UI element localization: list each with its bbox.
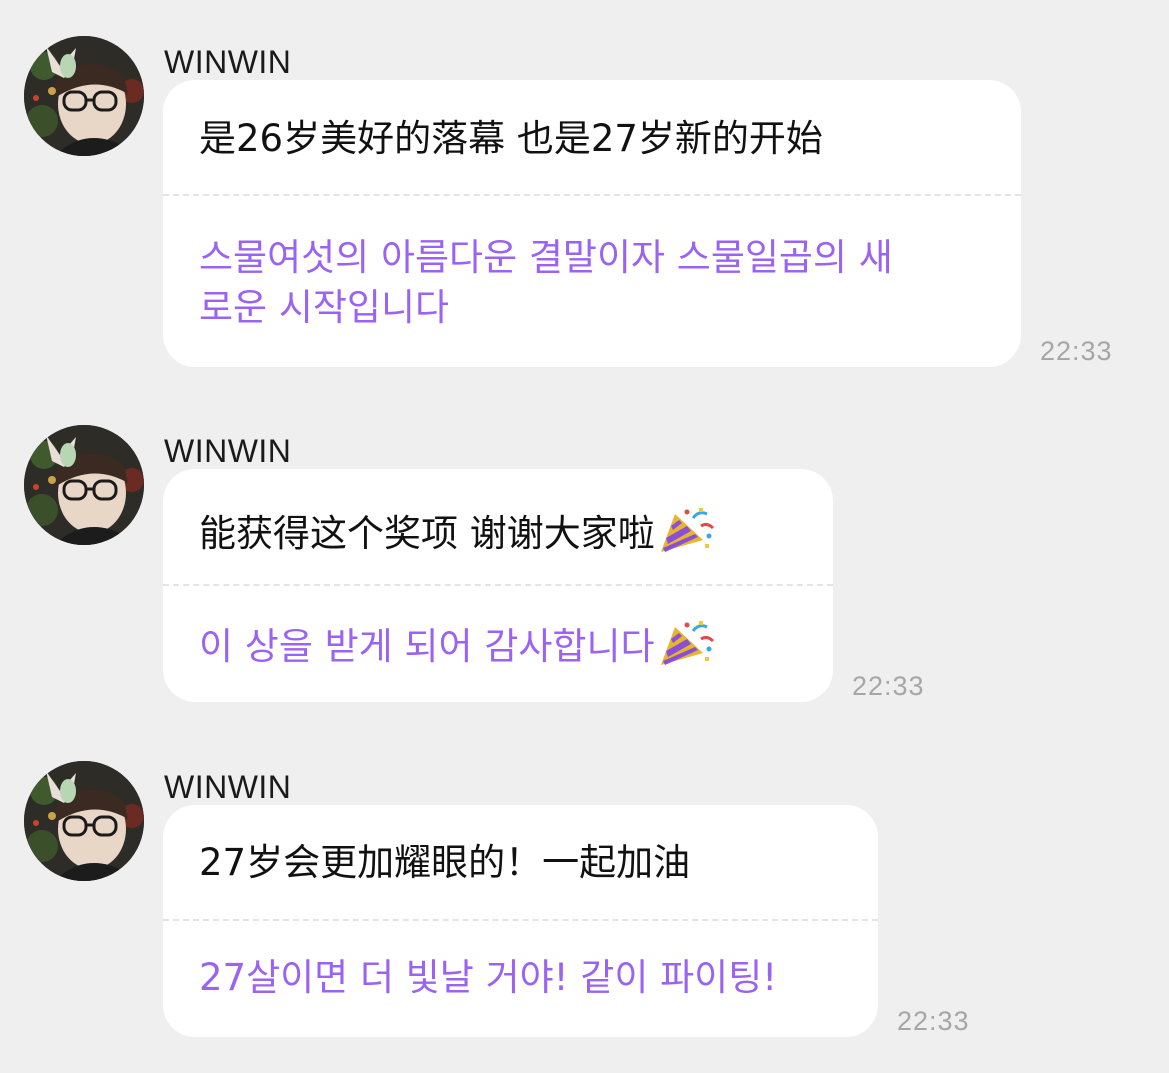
sender-name: WINWIN — [164, 433, 292, 469]
message-text-chinese: 是26岁美好的落幕 也是27岁新的开始 — [199, 117, 823, 160]
party-popper-icon — [657, 506, 715, 564]
bubble-divider — [163, 194, 1021, 196]
avatar[interactable] — [24, 761, 144, 881]
message-text-chinese: 27岁会更加耀眼的！一起加油 — [199, 841, 691, 884]
message-text-chinese: 能获得这个奖项 谢谢大家啦 — [199, 512, 655, 555]
message-text-translation-row: 이 상을 받게 되어 감사합니다 — [199, 619, 715, 680]
message-timestamp: 22:33 — [1040, 336, 1113, 366]
message-text-translation-line-2: 로운 시작입니다 — [199, 286, 450, 329]
avatar[interactable] — [24, 425, 144, 545]
message-bubble[interactable]: 27岁会更加耀眼的！一起加油 27살이면 더 빛날 거야! 같이 파이팅! — [163, 805, 878, 1037]
bubble-divider — [163, 919, 878, 921]
message-bubble[interactable]: 能获得这个奖项 谢谢大家啦 이 상을 받게 되어 감사합니다 — [163, 469, 833, 702]
message-bubble[interactable]: 是26岁美好的落幕 也是27岁新的开始 스물여섯의 아름다운 결말이자 스물일곱… — [163, 80, 1021, 367]
message-timestamp: 22:33 — [852, 671, 925, 701]
party-popper-icon — [657, 619, 715, 680]
avatar[interactable] — [24, 36, 144, 156]
message-timestamp: 22:33 — [897, 1006, 970, 1036]
bubble-divider — [163, 584, 833, 586]
sender-name: WINWIN — [164, 769, 292, 805]
message-text-chinese-row: 能获得这个奖项 谢谢大家啦 — [199, 506, 715, 564]
message-text-translation-line-1: 이 상을 받게 되어 감사합니다 — [199, 625, 655, 668]
sender-name: WINWIN — [164, 44, 292, 80]
message-text-translation-line-1: 27살이면 더 빛날 거야! 같이 파이팅! — [199, 956, 778, 999]
message-text-translation-line-1: 스물여섯의 아름다운 결말이자 스물일곱의 새 — [199, 236, 893, 279]
